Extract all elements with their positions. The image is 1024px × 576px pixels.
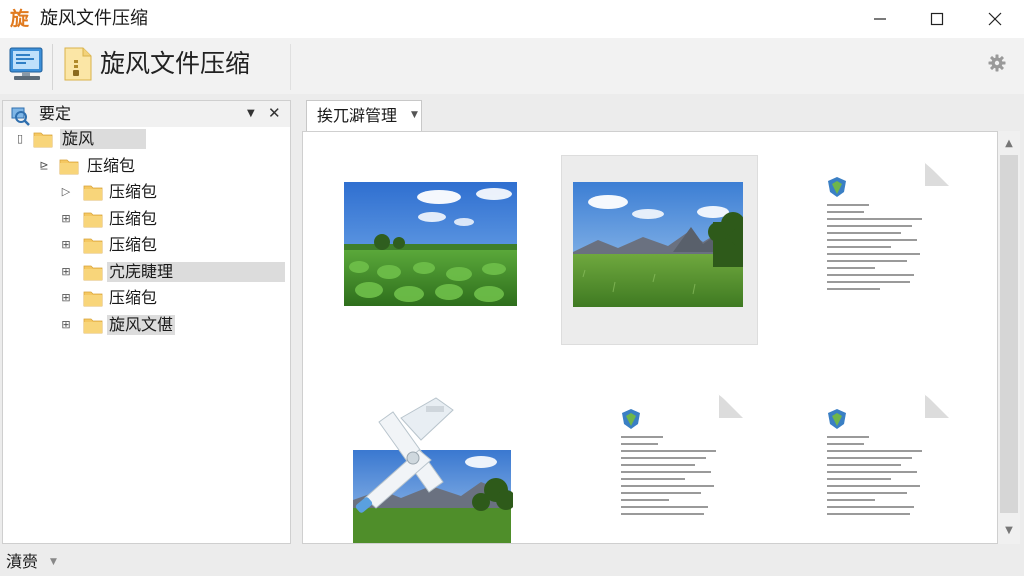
folder-icon [83, 183, 103, 201]
folder-icon [83, 289, 103, 307]
toolbar: 旋风文件压缩 [0, 38, 1024, 94]
tree-item-label: 压缩包 [109, 208, 158, 228]
tree-item[interactable]: ⊞ 压缩包 [3, 207, 290, 231]
minimize-icon [874, 18, 886, 20]
title-bar: 旋 旋风文件压缩 [0, 0, 1024, 38]
tree-item[interactable]: ▯ 旋风 [3, 127, 290, 151]
folder-icon [83, 236, 103, 254]
minimize-button[interactable] [851, 0, 909, 38]
toolbar-divider [52, 44, 53, 90]
tree-item-label: 宂庑睫理 [107, 261, 285, 282]
folder-icon [83, 263, 103, 281]
image-thumbnail[interactable] [344, 182, 517, 306]
tree-expander-icon[interactable]: ⊞ [59, 212, 73, 226]
archive-file-icon [62, 46, 94, 82]
tree-item[interactable]: ⊵ 压缩包 [3, 154, 290, 178]
page-fold-icon [925, 394, 949, 418]
tree-item[interactable]: ⊞ 宂庑睫理 [3, 260, 290, 284]
scrollbar-thumb[interactable] [1000, 155, 1018, 513]
tab-label: 挨兀澼管理 [317, 106, 398, 125]
doc-logo-icon [828, 177, 846, 197]
document-thumbnail[interactable] [603, 394, 743, 543]
maximize-button[interactable] [908, 0, 966, 38]
image-thumbnail[interactable] [573, 182, 751, 307]
tree-item-label: 压缩包 [109, 235, 158, 254]
tree-item-label: 旋风 [60, 129, 146, 149]
folder-icon [33, 130, 53, 148]
doc-logo-icon [828, 409, 846, 429]
panel-dropdown-icon[interactable]: ▼ [247, 107, 259, 121]
scroll-down-icon[interactable]: ▼ [998, 522, 1020, 540]
tree-item-label: 压缩包 [109, 182, 158, 201]
tab-dropdown-icon[interactable]: ▼ [411, 109, 418, 121]
archive-thumbnail[interactable] [331, 390, 516, 543]
toolbar-title: 旋风文件压缩 [100, 49, 251, 78]
tree-item[interactable]: ⊞ 旋风文偡 [3, 313, 290, 337]
panel-header: 要定 ▼ ✕ [3, 101, 290, 127]
status-text[interactable]: 濆赍 [6, 552, 38, 572]
vertical-scrollbar[interactable]: ▲ ▼ [998, 131, 1020, 544]
computer-icon[interactable] [8, 46, 46, 82]
folder-icon [83, 316, 103, 334]
app-logo-icon: 旋 [10, 8, 30, 30]
tree-item[interactable]: ▷ 压缩包 [3, 180, 290, 204]
folder-icon [83, 210, 103, 228]
document-thumbnail[interactable] [809, 162, 949, 342]
tree-expander-icon[interactable]: ⊞ [59, 238, 73, 252]
tree-expander-icon[interactable]: ⊞ [59, 318, 73, 332]
panel-close-icon[interactable]: ✕ [268, 105, 282, 121]
folder-icon [59, 157, 79, 175]
status-bar: 濆赍 ▼ [0, 548, 1024, 576]
tree-item[interactable]: ⊞ 压缩包 [3, 233, 290, 257]
tree-item-label: 压缩包 [87, 155, 136, 175]
close-icon [988, 12, 1002, 26]
tree-expander-icon[interactable]: ⊵ [37, 159, 51, 173]
maximize-icon [930, 12, 944, 26]
close-button[interactable] [966, 0, 1024, 38]
search-folder-icon [9, 104, 31, 126]
panel-title: 要定 [39, 104, 72, 123]
scroll-up-icon[interactable]: ▲ [998, 135, 1020, 153]
tree-item-label: 压缩包 [109, 288, 158, 307]
tree-expander-icon[interactable]: ▷ [59, 185, 73, 199]
file-grid [302, 131, 998, 544]
folder-tree-panel: 要定 ▼ ✕ ▯ 旋风 ⊵ 压缩包 ▷ 压缩包 ⊞ 压缩包 ⊞ 压缩包 ⊞ 宂庑睫理 ⊞ 压缩包 ⊞ 旋风文偡 [2, 100, 291, 544]
page-fold-icon [925, 162, 949, 186]
toolbar-divider [290, 44, 291, 90]
window-title: 旋风文件压缩 [40, 8, 148, 29]
tab-manage[interactable]: 挨兀澼管理 ▼ [306, 100, 422, 132]
status-dropdown-icon[interactable]: ▼ [50, 556, 57, 568]
document-thumbnail[interactable] [809, 394, 949, 543]
tree-expander-icon[interactable]: ⊞ [59, 291, 73, 305]
tree-item-label: 旋风文偡 [107, 314, 176, 335]
tree-expander-icon[interactable]: ⊞ [59, 265, 73, 279]
gear-icon[interactable] [988, 54, 1006, 72]
tree-item[interactable]: ⊞ 压缩包 [3, 286, 290, 310]
doc-logo-icon [622, 409, 640, 429]
tree-expander-icon[interactable]: ▯ [13, 132, 27, 146]
page-fold-icon [719, 394, 743, 418]
